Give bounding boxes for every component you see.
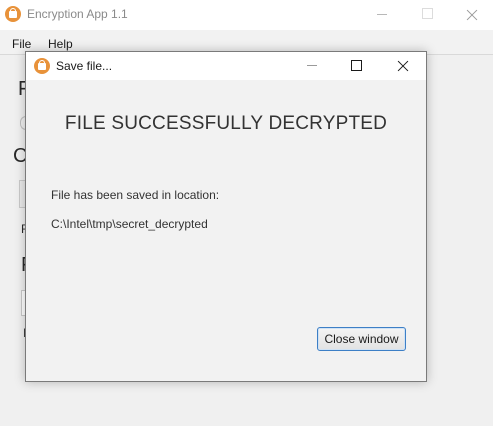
main-close-icon[interactable] (449, 0, 493, 30)
dialog-lock-icon (34, 58, 50, 74)
menu-file[interactable]: File (12, 37, 31, 51)
saved-location-label: File has been saved in location: (51, 188, 220, 202)
dialog-title: Save file... (56, 59, 113, 73)
save-file-dialog: Save file... FILE SUCCESSFULLY DECRYPTED… (25, 51, 427, 382)
menu-help[interactable]: Help (48, 37, 73, 51)
dialog-maximize-icon[interactable] (334, 52, 378, 80)
main-minimize-icon[interactable] (359, 0, 405, 30)
close-window-button[interactable]: Close window (317, 327, 406, 351)
dialog-title-bar: Save file... (26, 52, 426, 80)
main-title-bar: Encryption App 1.1 (0, 0, 493, 30)
saved-file-path: C:\Intel\tmp\secret_decrypted (51, 217, 208, 231)
dialog-minimize-icon[interactable] (290, 52, 334, 80)
main-maximize-icon[interactable] (404, 0, 450, 30)
dialog-close-icon[interactable] (380, 52, 426, 80)
success-heading: FILE SUCCESSFULLY DECRYPTED (64, 113, 388, 134)
main-window-title: Encryption App 1.1 (27, 7, 128, 21)
app-lock-icon (5, 6, 21, 22)
